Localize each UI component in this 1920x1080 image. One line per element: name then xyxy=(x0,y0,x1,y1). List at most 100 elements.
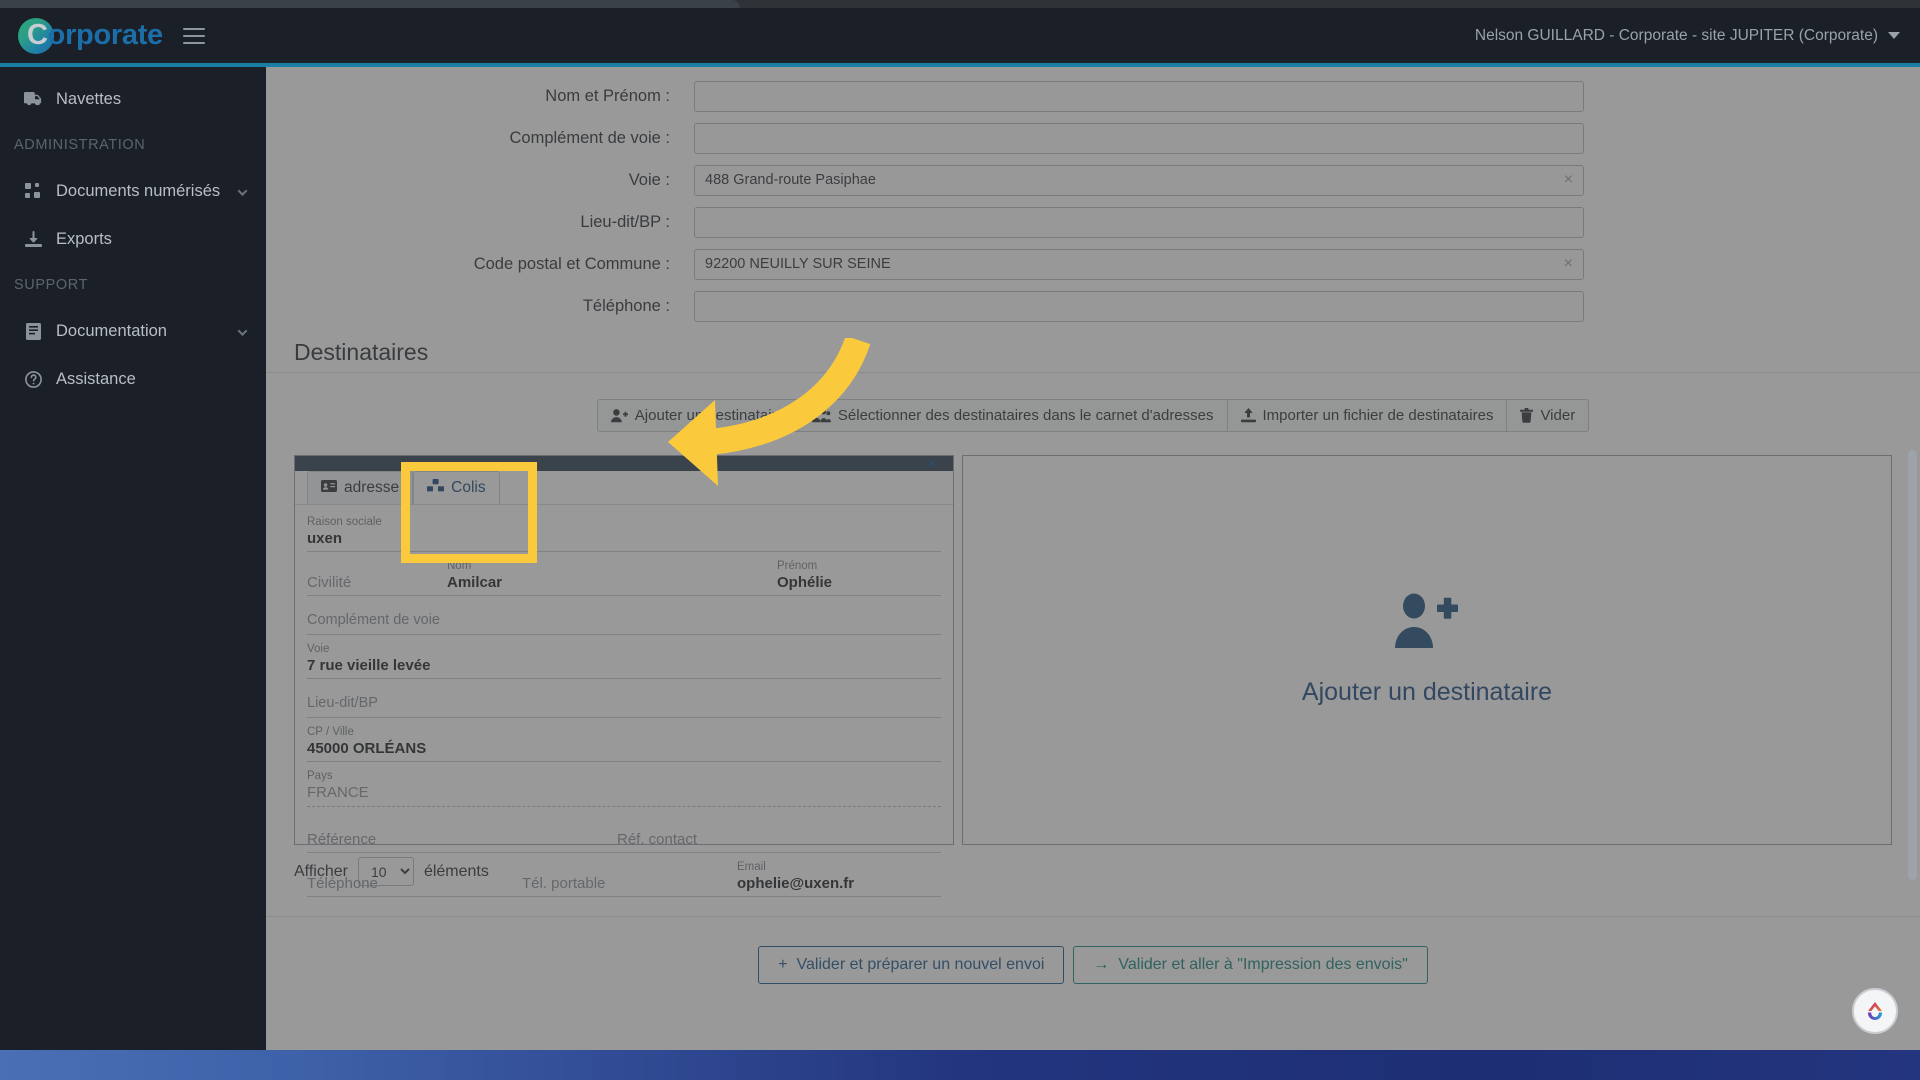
field-email: Email ophelie@uxen.fr xyxy=(737,860,941,897)
recipient-card-tabs: adresse Colis xyxy=(295,471,953,505)
footer-divider xyxy=(266,916,1920,917)
sidebar-item-documents-numerises[interactable]: Documents numérisés xyxy=(0,167,266,215)
field-label: Complément de voie xyxy=(307,612,440,628)
add-recipient-button[interactable]: Ajouter un destinataire xyxy=(596,399,799,432)
field-value: 45000 ORLÉANS xyxy=(307,740,427,757)
form-row-complement-voie: Complément de voie : xyxy=(294,117,1892,159)
input-value: 92200 NEUILLY SUR SEINE xyxy=(705,256,891,272)
field-label: Pays xyxy=(307,770,333,782)
hamburger-menu-icon[interactable] xyxy=(182,27,205,44)
button-label: Vider xyxy=(1540,407,1576,424)
form-row-voie: Voie : 488 Grand-route Pasiphae × xyxy=(294,159,1892,201)
footer-actions: + Valider et préparer un nouvel envoi → … xyxy=(294,946,1892,984)
validate-and-new-button[interactable]: + Valider et préparer un nouvel envoi xyxy=(758,946,1065,984)
sidebar-item-documentation[interactable]: Documentation xyxy=(0,307,266,355)
field-value: ophelie@uxen.fr xyxy=(737,875,855,892)
chat-assistant-button[interactable] xyxy=(1852,988,1898,1034)
sidebar: Navettes ADMINISTRATION Documents numéri… xyxy=(0,67,266,1050)
select-from-address-book-button[interactable]: Sélectionner des destinataires dans le c… xyxy=(797,399,1228,432)
tab-label: Colis xyxy=(451,479,486,496)
vertical-scrollbar[interactable] xyxy=(1907,70,1918,1045)
field-value: Amilcar xyxy=(447,574,503,591)
chevron-down-icon xyxy=(1888,32,1900,39)
help-circle-icon xyxy=(20,370,46,388)
lieu-dit-input[interactable] xyxy=(694,206,1584,238)
field-prenom: Prénom Ophélie xyxy=(777,559,941,596)
form-label: Nom et Prénom : xyxy=(545,86,670,105)
nom-prenom-input[interactable] xyxy=(694,80,1584,112)
browser-tab-cap xyxy=(0,0,740,8)
user-plus-icon xyxy=(610,408,628,423)
field-tel-portable: Tél. portable xyxy=(522,860,737,897)
tab-adresse[interactable]: adresse xyxy=(307,471,414,504)
user-menu[interactable]: Nelson GUILLARD - Corporate - site JUPIT… xyxy=(1475,27,1900,45)
add-recipient-panel[interactable]: Ajouter un destinataire xyxy=(962,455,1892,845)
validate-and-goto-print-button[interactable]: → Valider et aller à "Impression des env… xyxy=(1073,946,1428,984)
sidebar-item-label: Exports xyxy=(56,229,112,248)
form-label: Voie : xyxy=(628,170,670,189)
button-label: Valider et aller à "Impression des envoi… xyxy=(1118,956,1408,973)
field-reference: Référence xyxy=(307,816,617,853)
scrollbar-thumb[interactable] xyxy=(1908,450,1917,880)
field-label: Raison sociale xyxy=(307,516,382,528)
field-lieu-dit: Lieu-dit/BP xyxy=(307,686,941,718)
field-telephone: Téléphone xyxy=(307,860,522,897)
download-icon xyxy=(20,230,46,248)
import-recipients-file-button[interactable]: Importer un fichier de destinataires xyxy=(1226,399,1508,432)
field-label: Email xyxy=(737,861,766,873)
field-complement-voie: Complément de voie xyxy=(307,603,941,635)
clear-icon[interactable]: × xyxy=(1564,255,1573,273)
os-taskbar xyxy=(0,1050,1920,1080)
button-label: Importer un fichier de destinataires xyxy=(1262,407,1494,424)
field-row-identity: Civilité Nom Amilcar Prénom Ophélie xyxy=(307,559,941,596)
brand-logo[interactable]: Corporate xyxy=(18,18,163,54)
field-label: Voie xyxy=(307,643,330,655)
application-window: Corporate Nelson GUILLARD - Corporate - … xyxy=(0,8,1920,1050)
arrow-right-icon: → xyxy=(1093,956,1110,973)
page-title: Destinataires xyxy=(294,339,429,365)
field-voie: Voie 7 rue vieille levée xyxy=(307,642,941,679)
sidebar-section-support: SUPPORT xyxy=(0,263,266,307)
plus-icon: + xyxy=(778,956,788,973)
user-menu-label: Nelson GUILLARD - Corporate - site JUPIT… xyxy=(1474,26,1878,44)
user-plus-large-icon xyxy=(1395,593,1459,654)
field-pays: Pays FRANCE xyxy=(307,769,941,802)
field-value: Référence xyxy=(307,831,377,848)
sidebar-item-assistance[interactable]: Assistance xyxy=(0,355,266,403)
field-value: Civilité xyxy=(307,574,352,591)
complement-voie-input[interactable] xyxy=(694,122,1584,154)
field-label xyxy=(617,816,941,830)
sidebar-section-label: ADMINISTRATION xyxy=(14,137,146,153)
button-label: Valider et préparer un nouvel envoi xyxy=(796,956,1045,973)
grid-documents-icon xyxy=(20,182,46,200)
chevron-left-icon xyxy=(237,186,248,196)
form-label: Complément de voie : xyxy=(509,128,671,147)
field-label xyxy=(522,860,737,874)
sidebar-item-navettes[interactable]: Navettes xyxy=(0,75,266,123)
top-bar: Corporate Nelson GUILLARD - Corporate - … xyxy=(0,8,1920,63)
tab-colis[interactable]: Colis xyxy=(413,471,500,504)
clear-icon[interactable]: × xyxy=(1564,171,1573,189)
sidebar-section-administration: ADMINISTRATION xyxy=(0,123,266,167)
voie-input[interactable]: 488 Grand-route Pasiphae × xyxy=(694,164,1584,196)
chevron-left-icon xyxy=(237,326,248,336)
section-divider xyxy=(266,372,1920,373)
field-value: Téléphone xyxy=(307,875,378,892)
code-postal-commune-input[interactable]: 92200 NEUILLY SUR SEINE × xyxy=(694,248,1584,280)
users-icon xyxy=(811,409,831,423)
close-icon[interactable]: × xyxy=(928,456,937,471)
field-label xyxy=(307,559,447,573)
field-label: Nom xyxy=(447,560,472,572)
field-raison-sociale: Raison sociale uxen xyxy=(307,515,941,552)
main-content: Nom et Prénom : Complément de voie : Voi… xyxy=(266,67,1920,1050)
truck-icon xyxy=(20,91,46,107)
field-value: uxen xyxy=(307,530,343,547)
form-row-telephone: Téléphone : xyxy=(294,285,1892,327)
field-label: Prénom xyxy=(777,560,818,572)
boxes-icon xyxy=(427,479,445,497)
telephone-input[interactable] xyxy=(694,290,1584,322)
clear-recipients-button[interactable]: Vider xyxy=(1506,399,1590,432)
sidebar-item-exports[interactable]: Exports xyxy=(0,215,266,263)
form-row-nom-prenom: Nom et Prénom : xyxy=(294,75,1892,117)
tab-label: adresse xyxy=(344,479,400,496)
